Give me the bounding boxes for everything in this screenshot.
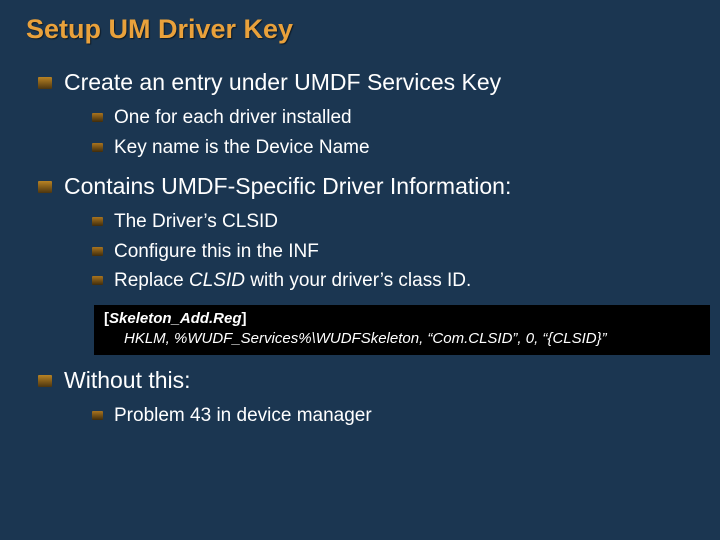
sublist: The Driver’s CLSID Configure this in the… [92,208,694,295]
text-run: HKLM, [124,330,174,347]
text-run-italic: CLSID [552,330,596,347]
bullet-text: Without this: [64,367,191,393]
sub-item: The Driver’s CLSID [92,208,694,236]
bullet-text: Contains UMDF-Specific Driver Informatio… [64,173,511,199]
bullet-without-this: Without this: Problem 43 in device manag… [38,365,694,430]
sub-item: Replace CLSID with your driver’s class I… [92,267,694,295]
text-run-italic: %WUDF_Services% [174,330,312,347]
sub-item: Configure this in the INF [92,238,694,266]
text-run: Replace [114,270,189,291]
bullet-contains-info: Contains UMDF-Specific Driver Informatio… [38,171,694,355]
code-block: [Skeleton_Add.Reg] HKLM, %WUDF_Services%… [94,305,710,356]
bullet-create-entry: Create an entry under UMDF Services Key … [38,67,694,161]
bullet-text: Create an entry under UMDF Services Key [64,69,501,95]
content-list: Create an entry under UMDF Services Key … [38,67,694,430]
text-run: with your driver’s class ID. [245,270,471,291]
code-section-header: [Skeleton_Add.Reg] [104,309,700,329]
sub-item: Key name is the Device Name [92,134,694,162]
code-section-name: Skeleton_Add.Reg [109,310,242,327]
text-run: \WUDFSkeleton, “Com.CLSID”, 0, “{ [312,330,553,347]
text-run-italic: CLSID [189,270,245,291]
slide-title: Setup UM Driver Key [26,14,694,45]
sub-item: One for each driver installed [92,104,694,132]
sublist: One for each driver installed Key name i… [92,104,694,161]
text-run: }” [597,330,607,347]
bracket-close: ] [242,310,247,327]
slide: Setup UM Driver Key Create an entry unde… [0,0,720,540]
sublist: Problem 43 in device manager [92,402,694,430]
sub-item: Problem 43 in device manager [92,402,694,430]
code-line: HKLM, %WUDF_Services%\WUDFSkeleton, “Com… [104,329,700,349]
